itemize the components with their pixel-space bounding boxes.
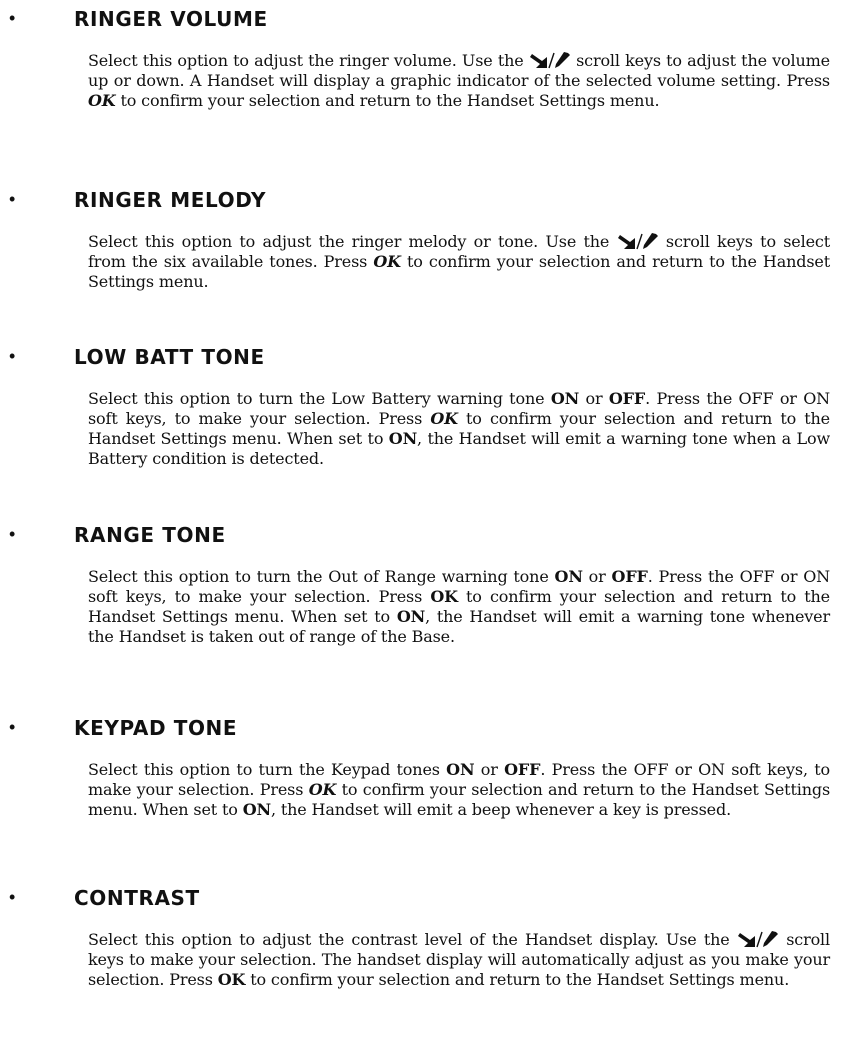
section-heading: RINGER VOLUME: [74, 7, 268, 31]
scroll-down-up-arrows-icon: [737, 931, 778, 948]
manual-page: • RINGER VOLUME Select this option to ad…: [0, 0, 855, 1041]
bullet: •: [9, 717, 16, 737]
section-heading: RINGER MELODY: [74, 188, 267, 212]
scroll-down-up-arrows-icon: [617, 233, 658, 250]
section-heading: CONTRAST: [74, 886, 200, 910]
section-description: Select this option to adjust the contras…: [88, 930, 830, 989]
section-description: Select this option to adjust the ringer …: [88, 51, 830, 110]
section-description: Select this option to adjust the ringer …: [88, 232, 831, 291]
section-description: Select this option to turn the Keypad to…: [88, 760, 831, 819]
bullet: •: [9, 346, 16, 366]
bullet: •: [9, 189, 16, 209]
section-description: Select this option to turn the Low Batte…: [88, 389, 831, 468]
section-heading: KEYPAD TONE: [74, 716, 238, 740]
scroll-down-up-arrows-icon: [529, 52, 570, 69]
section-description: Select this option to turn the Out of Ra…: [88, 567, 831, 646]
section-heading: LOW BATT TONE: [74, 345, 265, 369]
section-heading: RANGE TONE: [74, 523, 226, 547]
bullet: •: [9, 887, 16, 907]
bullet: •: [9, 8, 16, 28]
bullet: •: [9, 524, 16, 544]
